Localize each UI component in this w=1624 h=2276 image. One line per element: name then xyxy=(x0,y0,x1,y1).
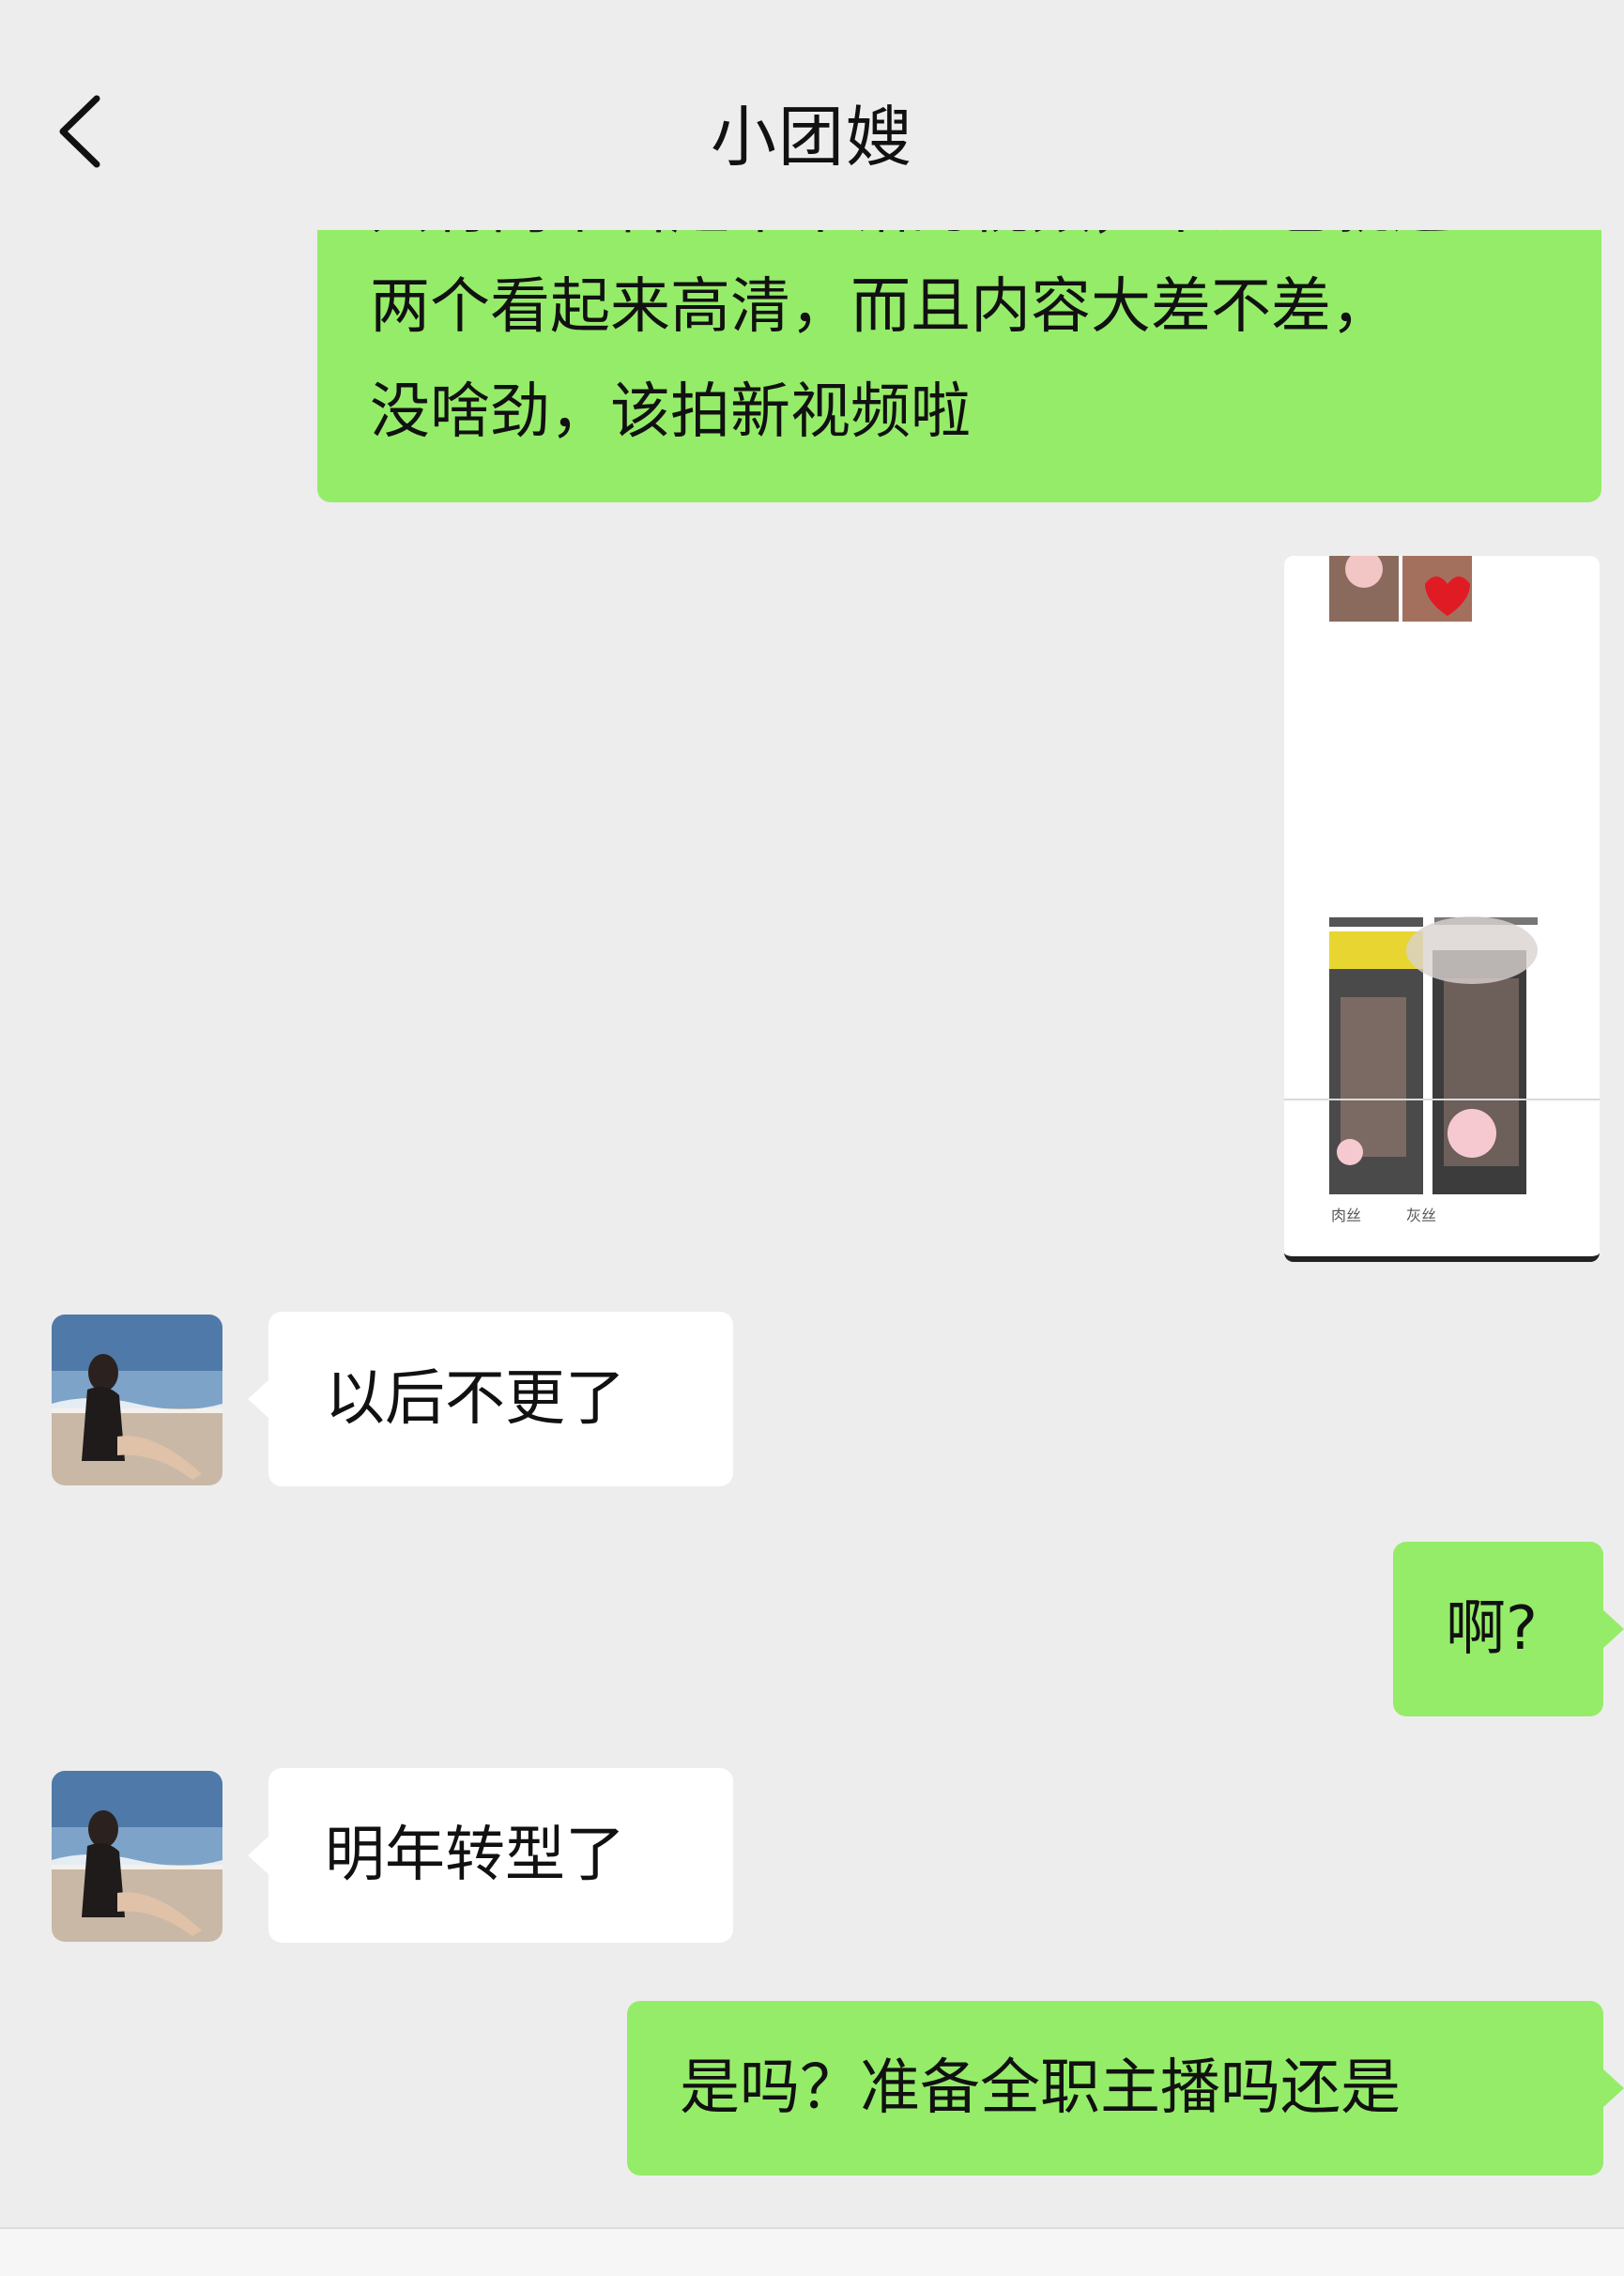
message-list[interactable]: 只有两个看起来不错的视频，不过也就这 两个看起来高清，而且内容大差不差， 没啥劲… xyxy=(0,230,1624,2227)
message-bubble-outgoing[interactable]: 啊? xyxy=(1393,1542,1624,1716)
message-bubble-outgoing[interactable]: 是吗？准备全职主播吗还是 xyxy=(627,2001,1624,2176)
contact-avatar[interactable] xyxy=(52,1315,222,1485)
message-partial-line: 只有两个看起来不错的视频，不过也就这 xyxy=(370,230,1451,260)
message-text-line: 两个看起来高清，而且内容大差不差， xyxy=(370,272,1391,342)
message-bubble-incoming[interactable]: 以后不更了 xyxy=(248,1312,733,1486)
message-text: 是吗？准备全职主播吗还是 xyxy=(680,2053,1401,2123)
image-thumbnail: 肉丝 灰丝 xyxy=(1329,556,1538,1224)
chat-header: 小团嫂 xyxy=(0,0,1624,230)
message-bubble-incoming[interactable]: 明年转型了 xyxy=(248,1768,733,1943)
image-message[interactable]: 肉丝 灰丝 xyxy=(1284,556,1600,1262)
image-divider xyxy=(1284,1099,1600,1100)
message-text: 明年转型了 xyxy=(325,1821,625,1890)
message-text-line: 没啥劲，该拍新视频啦 xyxy=(370,377,971,447)
contact-avatar[interactable] xyxy=(52,1771,222,1942)
input-bar[interactable] xyxy=(0,2227,1624,2276)
image-caption: 肉丝 xyxy=(1331,1207,1361,1224)
message-text: 啊? xyxy=(1446,1594,1538,1664)
message-text: 以后不更了 xyxy=(325,1364,625,1434)
message-bubble-outgoing[interactable]: 只有两个看起来不错的视频，不过也就这 两个看起来高清，而且内容大差不差， 没啥劲… xyxy=(317,230,1601,502)
image-caption: 灰丝 xyxy=(1406,1207,1436,1224)
chat-title: 小团嫂 xyxy=(711,99,913,176)
